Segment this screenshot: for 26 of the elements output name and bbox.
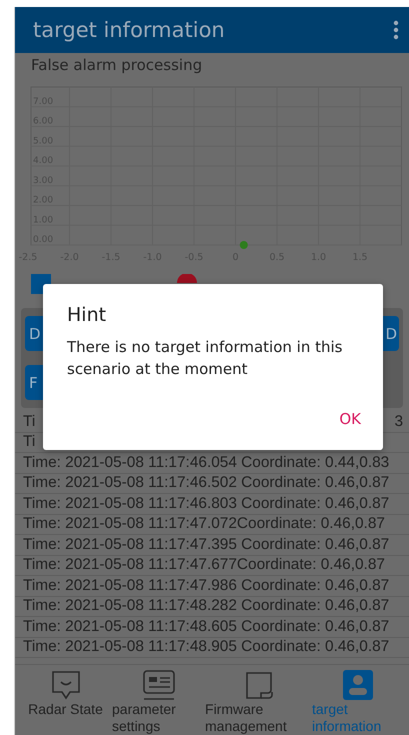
speech-bubble-icon	[50, 669, 82, 701]
dialog-title: Hint	[67, 304, 108, 326]
section-title: False alarm processing	[30, 55, 204, 76]
log-entry: Time: 2021-05-08 11:17:47.072Coordinate: 0.46,0.87	[23, 515, 385, 534]
log-entry: Ti	[23, 412, 36, 431]
log-entry: Time: 2021-05-08 11:17:48.605 Coordinate: 0.46,0.87	[23, 618, 390, 636]
more-options-icon[interactable]	[393, 20, 399, 40]
person-icon	[342, 669, 374, 701]
log-entry: Time: 2021-05-08 11:17:46.502 Coordinate: 0.46,0.87	[23, 474, 390, 492]
nav-tab[interactable]: target information	[312, 665, 405, 735]
log-entry: Time: 2021-05-08 11:17:47.395 Coordinate: 0.46,0.87	[23, 536, 390, 554]
nav-tab[interactable]: Firmware management	[205, 665, 312, 735]
screen-title: target information	[33, 18, 225, 42]
dialog-message: There is no target information in this scenario at the moment	[67, 337, 344, 380]
nav-tab[interactable]: parameter settings	[112, 665, 206, 735]
form-icon	[142, 669, 176, 701]
ok-button[interactable]: OK	[331, 408, 361, 430]
log-entry: Time: 2021-05-08 11:17:47.986 Coordinate: 0.46,0.87	[23, 576, 390, 595]
nav-tab[interactable]: Radar State	[19, 665, 112, 735]
log-entry: Time: 2021-05-08 11:17:46.054 Coordinate: 0.44,0.83	[23, 454, 390, 472]
log-entry: Ti	[23, 433, 36, 452]
log-entry: Time: 2021-05-08 11:17:48.282 Coordinate: 0.46,0.87	[23, 597, 390, 616]
log-entry: Time: 2021-05-08 11:17:47.677Coordinate: 0.46,0.87	[23, 556, 385, 574]
log-entry-end: 3	[394, 412, 403, 431]
log-entry: Time: 2021-05-08 11:17:48.905 Coordinate: 0.46,0.87	[23, 638, 390, 656]
log-entry: Time: 2021-05-08 11:17:46.803 Coordinate: 0.46,0.87	[23, 494, 390, 513]
